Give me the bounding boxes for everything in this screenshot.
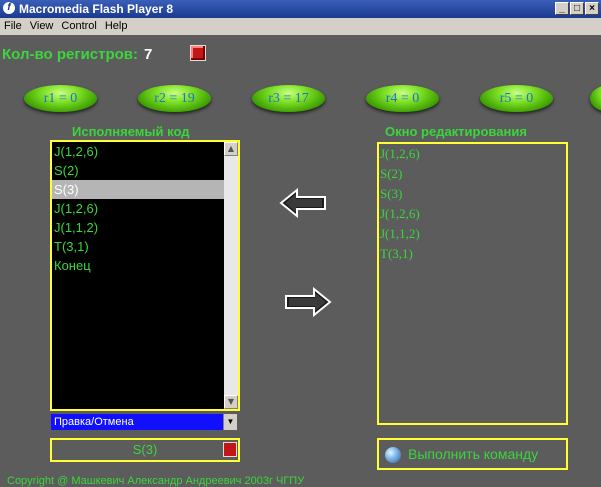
edit-line: S(2)	[380, 166, 403, 181]
current-command-button[interactable]	[223, 442, 237, 457]
list-item[interactable]: J(1,2,6)	[52, 142, 224, 161]
register-count-value: 7	[144, 46, 153, 63]
window-controls: _ □ ×	[554, 2, 599, 16]
scroll-up-icon[interactable]: ▲	[224, 142, 238, 156]
blue-ball-icon	[385, 447, 401, 463]
register-pill-4: r4 = 0	[366, 85, 439, 112]
copyright-text: Copyright @ Машкевич Александр Андреевич…	[7, 475, 305, 487]
list-item[interactable]: T(3,1)	[52, 237, 224, 256]
scroll-down-icon[interactable]: ▼	[224, 395, 238, 409]
register-count: Кол-во регистров: 7	[2, 46, 152, 63]
flash-logo-icon: f	[3, 2, 15, 14]
current-command-text: S(3)	[132, 442, 158, 457]
edit-undo-dropdown[interactable]: Правка/Отмена ▼	[51, 414, 237, 430]
register-pill-partial	[590, 85, 601, 112]
window-title: Macromedia Flash Player 8	[19, 2, 174, 16]
register-pill-3: r3 = 17	[252, 85, 325, 112]
list-item[interactable]: J(1,2,6)	[52, 199, 224, 218]
menu-control[interactable]: Control	[61, 20, 96, 32]
edit-line: J(1,1,2)	[380, 226, 420, 241]
list-scrollbar[interactable]: ▲ ▼	[224, 142, 238, 409]
register-pill-1: r1 = 0	[24, 85, 97, 112]
title-bar: f Macromedia Flash Player 8 _ □ ×	[0, 0, 601, 18]
right-arrow-icon[interactable]	[282, 287, 332, 317]
edit-line: J(1,2,6)	[380, 146, 420, 161]
register-count-button[interactable]	[190, 45, 206, 61]
minimize-button[interactable]: _	[555, 2, 569, 15]
list-item-selected[interactable]: S(3)	[52, 180, 224, 199]
close-button[interactable]: ×	[585, 2, 599, 15]
menu-help[interactable]: Help	[105, 20, 128, 32]
left-arrow-icon[interactable]	[279, 188, 329, 218]
edit-line: T(3,1)	[380, 246, 413, 261]
executable-code-heading: Исполняемый код	[72, 124, 190, 139]
register-count-label: Кол-во регистров:	[2, 46, 139, 63]
list-item[interactable]: S(2)	[52, 161, 224, 180]
register-pill-2: r2 = 19	[138, 85, 211, 112]
execute-command-label: Выполнить команду	[408, 446, 539, 462]
edit-line: J(1,2,6)	[380, 206, 420, 221]
chevron-down-icon[interactable]: ▼	[223, 414, 237, 430]
list-item[interactable]: Конец	[52, 256, 224, 275]
menu-view[interactable]: View	[30, 20, 54, 32]
dropdown-selected-value: Правка/Отмена	[54, 416, 134, 428]
menu-bar: File View Control Help	[0, 18, 601, 35]
maximize-button[interactable]: □	[570, 2, 584, 15]
edit-window-heading: Окно редактирования	[385, 124, 527, 139]
edit-window[interactable]: J(1,2,6) S(2) S(3) J(1,2,6) J(1,1,2) T(3…	[377, 142, 568, 425]
register-pill-5: r5 = 0	[480, 85, 553, 112]
list-item[interactable]: J(1,1,2)	[52, 218, 224, 237]
execute-command-button[interactable]: Выполнить команду	[377, 438, 568, 470]
executable-code-list[interactable]: J(1,2,6) S(2) S(3) J(1,2,6) J(1,1,2) T(3…	[50, 140, 240, 411]
current-command-box: S(3)	[50, 438, 240, 462]
edit-line: S(3)	[380, 186, 403, 201]
menu-file[interactable]: File	[4, 20, 22, 32]
